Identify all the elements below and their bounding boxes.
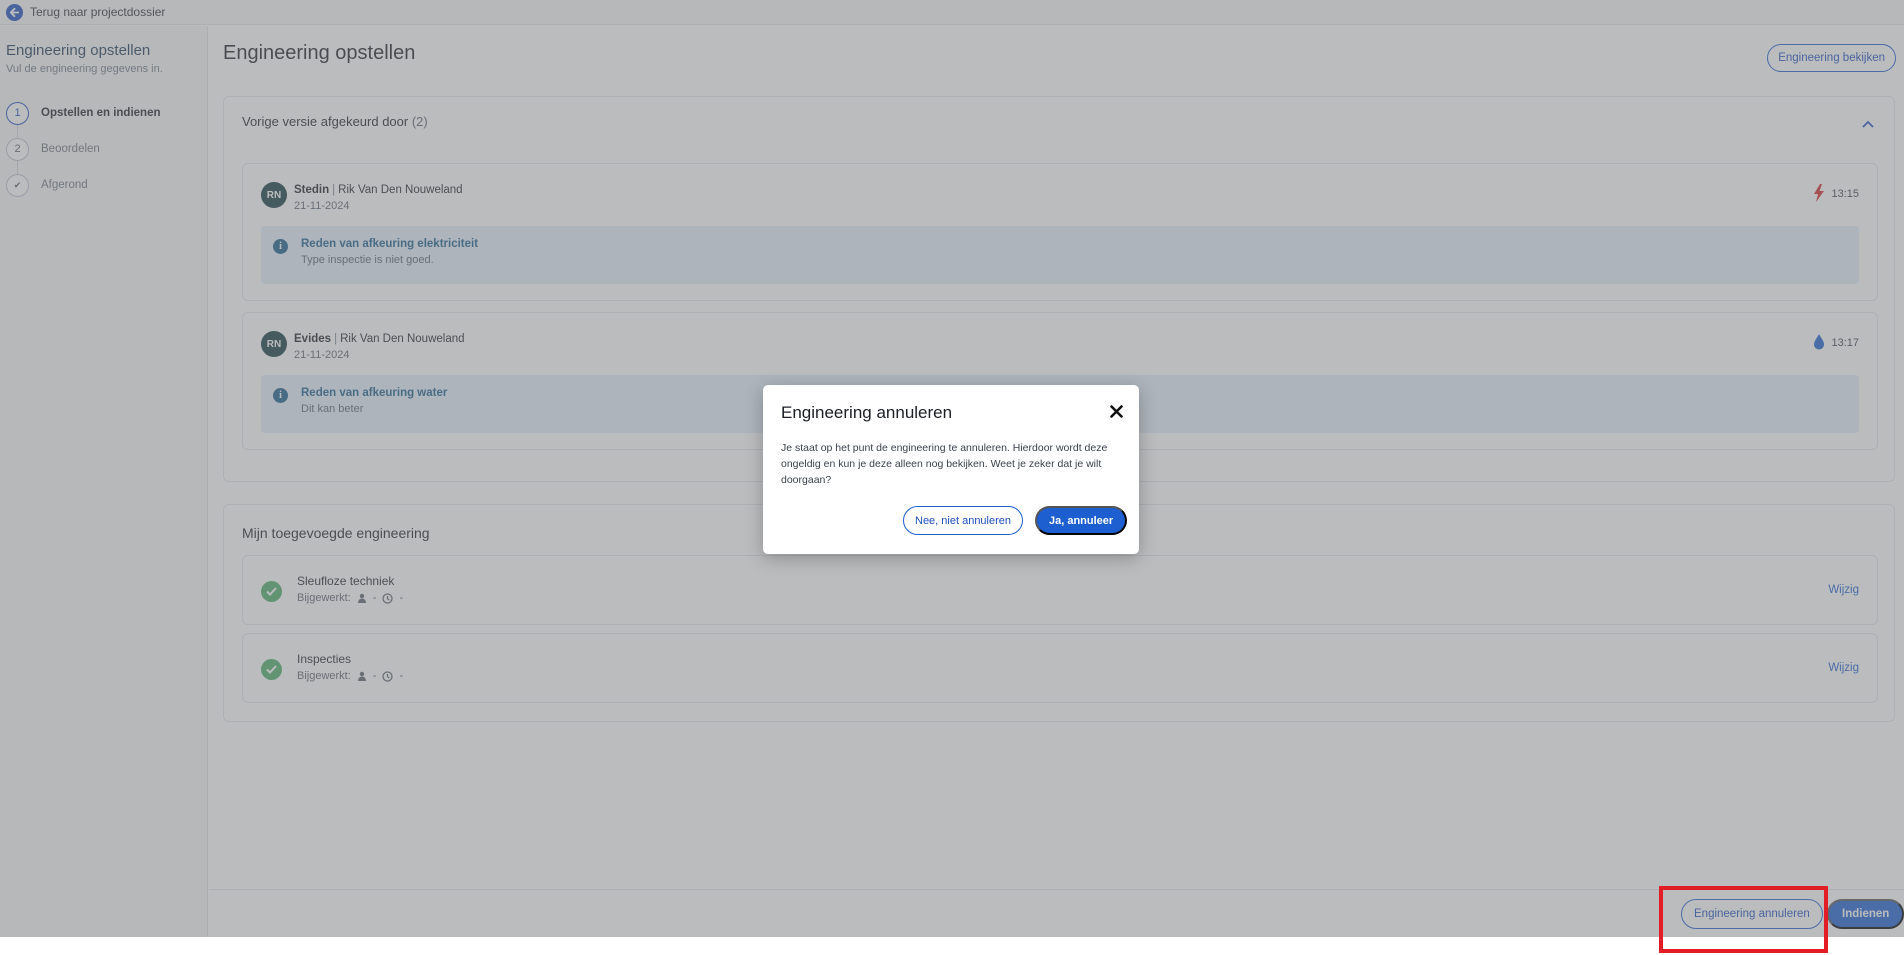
cancel-engineering-dialog: Engineering annuleren Je staat op het pu… — [763, 385, 1139, 554]
dialog-message: Je staat op het punt de engineering te a… — [781, 442, 1108, 486]
dialog-title: Engineering annuleren — [781, 403, 953, 422]
bottom-strip — [0, 937, 1904, 955]
dialog-confirm-button[interactable]: Ja, annuleer — [1035, 506, 1128, 535]
dialog-cancel-button[interactable]: Nee, niet annuleren — [903, 506, 1024, 535]
highlight-box — [1659, 886, 1828, 953]
close-icon[interactable] — [1110, 405, 1123, 423]
